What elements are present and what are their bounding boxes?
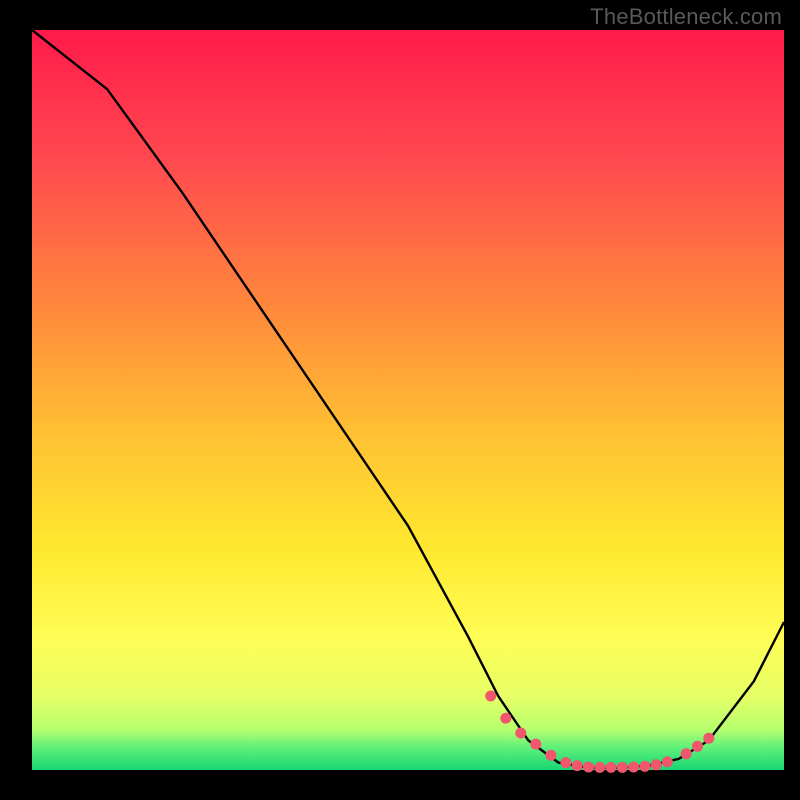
data-marker [662,756,673,767]
data-marker [545,750,556,761]
data-marker [651,759,662,770]
data-marker [560,757,571,768]
data-marker [639,761,650,772]
data-marker [617,762,628,773]
data-marker [692,741,703,752]
data-marker [681,748,692,759]
data-marker [530,739,541,750]
data-marker [515,728,526,739]
data-marker [485,691,496,702]
chart-svg [0,0,800,800]
data-marker [628,762,639,773]
data-marker [594,762,605,773]
data-marker [606,762,617,773]
data-marker [703,733,714,744]
data-marker [583,762,594,773]
watermark: TheBottleneck.com [590,4,782,30]
data-marker [500,713,511,724]
chart-frame: { "watermark": "TheBottleneck.com", "col… [0,0,800,800]
data-marker [572,760,583,771]
